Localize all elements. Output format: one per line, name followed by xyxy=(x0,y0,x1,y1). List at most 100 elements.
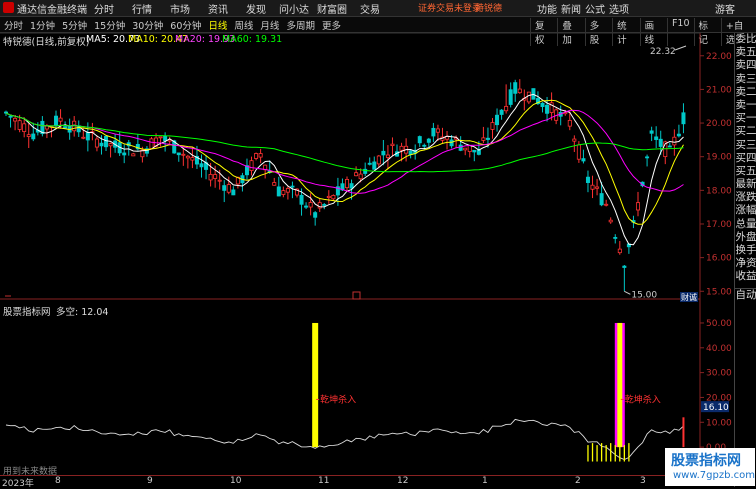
candle-body xyxy=(167,139,172,142)
side-auto-button[interactable]: 自动 xyxy=(735,287,756,302)
side-buy3[interactable]: 买三 xyxy=(735,139,756,152)
side-sell2[interactable]: 卖二 xyxy=(735,86,756,99)
signal-label-1: 乾坤杀入 xyxy=(320,393,356,405)
high-price-label: 22.32 xyxy=(650,47,676,57)
indicator-tick-label: 40.00 xyxy=(706,344,732,354)
candle-body xyxy=(645,156,650,159)
candle-body xyxy=(254,153,259,159)
price-tick-label: 20.00 xyxy=(706,119,732,129)
side-sell4[interactable]: 卖四 xyxy=(735,59,756,72)
candle-body xyxy=(199,163,204,168)
candle-body xyxy=(654,136,659,140)
date-m8: 8 xyxy=(55,476,61,486)
side-outer[interactable]: 外盘 xyxy=(735,231,756,244)
candle-body xyxy=(367,162,372,165)
signal-bar-1 xyxy=(312,322,319,448)
candle-body xyxy=(222,185,227,191)
candle-body xyxy=(304,205,309,208)
candle-body xyxy=(604,203,609,206)
date-m9: 9 xyxy=(147,476,153,486)
candle-body xyxy=(272,182,277,186)
side-latest[interactable]: 最新 xyxy=(735,178,756,191)
candle-body xyxy=(313,212,318,218)
candle-body xyxy=(422,144,427,147)
candle-body xyxy=(576,144,581,160)
candle-body xyxy=(349,183,354,189)
indicator-tick-label: 50.00 xyxy=(706,319,732,329)
candle-body xyxy=(94,138,99,148)
candle-body xyxy=(681,112,686,125)
candle-body xyxy=(676,133,681,137)
candle-body xyxy=(108,143,113,147)
candle-body xyxy=(463,147,468,151)
low-price-label: 15.00 xyxy=(631,290,657,300)
candle-body xyxy=(449,139,454,147)
candle-body xyxy=(176,152,181,156)
candle-body xyxy=(495,114,500,126)
side-turnover[interactable]: 换手 xyxy=(735,244,756,257)
candle-body xyxy=(158,136,163,139)
candle-body xyxy=(390,143,395,147)
candle-body xyxy=(217,179,222,182)
candle-body xyxy=(376,155,381,165)
indicator-value: 多空: 12.04 xyxy=(56,307,109,318)
side-buy4[interactable]: 买四 xyxy=(735,152,756,165)
side-sell1[interactable]: 卖一 xyxy=(735,99,756,112)
candle-body xyxy=(99,142,104,147)
candle-body xyxy=(622,265,627,268)
side-earnings[interactable]: 收益 xyxy=(735,270,756,283)
price-tick-label: 19.00 xyxy=(706,153,732,163)
candle-body xyxy=(13,117,18,122)
candle-body xyxy=(599,193,604,206)
candle-body xyxy=(385,154,390,158)
indicator-name: 股票指标网 xyxy=(3,307,51,318)
side-volume[interactable]: 总量 xyxy=(735,218,756,231)
side-buy2[interactable]: 买二 xyxy=(735,125,756,138)
side-change[interactable]: 涨跌 xyxy=(735,191,756,204)
side-sell5[interactable]: 卖五 xyxy=(735,46,756,59)
watermark-title: 股票指标网 xyxy=(671,453,741,469)
candle-body xyxy=(585,176,590,183)
candle-body xyxy=(58,117,63,122)
date-m12: 12 xyxy=(397,476,409,486)
ma20-line xyxy=(5,109,684,194)
candle-body xyxy=(672,136,677,146)
date-m1: 1 xyxy=(482,476,488,486)
candle-body xyxy=(608,219,613,223)
candle-body xyxy=(581,158,586,162)
side-change-pct[interactable]: 涨幅 xyxy=(735,204,756,217)
candle-body xyxy=(540,102,545,107)
candle-body xyxy=(344,179,349,189)
candle-body xyxy=(354,172,359,177)
watermark-logo: 股票指标网 www.7gpzb.com xyxy=(665,448,755,486)
candle-body xyxy=(185,155,190,159)
candle-body xyxy=(308,202,313,208)
ma5-line xyxy=(5,93,684,246)
candle-body xyxy=(322,204,327,206)
candle-body xyxy=(617,248,622,254)
candle-body xyxy=(667,145,672,148)
candle-body xyxy=(526,91,531,103)
candle-body xyxy=(513,82,518,94)
high-price-pointer xyxy=(674,45,687,51)
candle-body xyxy=(213,174,218,179)
ma10-line xyxy=(5,99,684,225)
side-buy5[interactable]: 买五 xyxy=(735,165,756,178)
candle-body xyxy=(458,144,463,151)
candle-body xyxy=(54,115,59,127)
side-netasset[interactable]: 净资 xyxy=(735,257,756,270)
candle-body xyxy=(504,105,509,112)
side-buy1[interactable]: 买一 xyxy=(735,112,756,125)
side-weibi[interactable]: 委比 xyxy=(735,33,756,46)
candle-body xyxy=(485,137,490,140)
candle-body xyxy=(372,161,377,170)
candle-body xyxy=(299,194,304,205)
kline-chart[interactable]: 乾坤杀入 乾坤杀入 22.00 21.00 20.00 19.00 18.00 17.00 1… xyxy=(0,0,756,487)
candle-body xyxy=(545,104,550,114)
side-sell3[interactable]: 卖三 xyxy=(735,73,756,86)
candle-body xyxy=(649,130,654,134)
candle-body xyxy=(281,190,286,195)
candle-body xyxy=(163,135,168,142)
candle-body xyxy=(22,123,27,132)
candle-body xyxy=(326,195,331,198)
